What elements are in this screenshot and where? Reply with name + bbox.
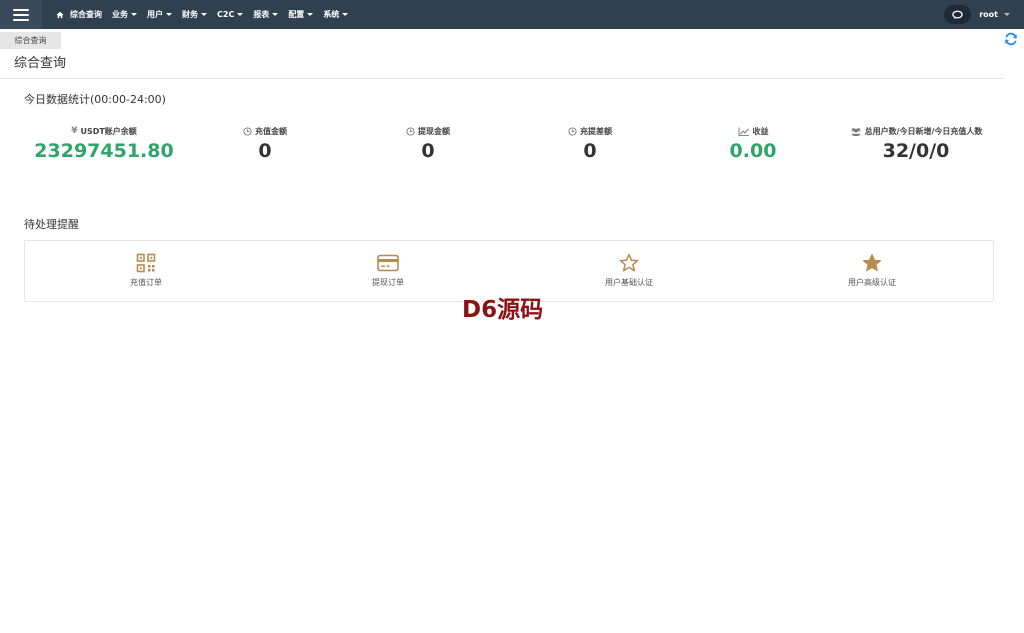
stat-label: USDT账户余额: [80, 127, 137, 136]
nav-item-business[interactable]: 业务: [112, 9, 137, 20]
stat-label: 充提差额: [580, 127, 612, 136]
stat-value: 23297451.80: [34, 140, 174, 162]
stat-label: 收益: [752, 127, 769, 136]
today-stats-title: 今日数据统计(00:00-24:00): [24, 93, 166, 106]
stat-user-counts: 总用户数/今日新增/今日充值人数 32/0/0: [836, 126, 996, 162]
caret-down-icon: [342, 13, 349, 16]
topbar-right: root: [944, 5, 1010, 24]
qrcode-icon: [136, 253, 156, 273]
pending-title: 待处理提醒: [24, 218, 79, 231]
stat-recharge-amount: 充值金额 0: [185, 126, 345, 162]
tab-strip: 综合查询: [0, 29, 1024, 49]
stat-income: 收益 0.00: [673, 126, 833, 162]
pending-recharge-orders[interactable]: 充值订单: [86, 253, 206, 288]
nav-item-label: 报表: [253, 10, 270, 19]
nav-item-label: 财务: [182, 10, 198, 19]
stat-usdt-balance: ¥ USDT账户余额 23297451.80: [24, 126, 184, 163]
nav-item-overview[interactable]: 综合查询: [56, 9, 102, 20]
star-outline-icon: [619, 253, 639, 272]
stat-label: 提现金额: [418, 127, 450, 136]
divider: [0, 78, 1004, 79]
hamburger-icon: [13, 8, 29, 21]
credit-card-icon: [377, 254, 399, 272]
star-filled-icon: [862, 254, 882, 272]
nav-item-label: 用户: [147, 10, 163, 19]
pending-item-label: 用户高级认证: [848, 278, 896, 287]
caret-down-icon: [1004, 13, 1010, 16]
page-title: 综合查询: [14, 56, 67, 71]
stat-value: 0: [583, 140, 597, 162]
stat-value: 0: [258, 140, 272, 162]
pending-basic-verification[interactable]: 用户基础认证: [569, 253, 689, 288]
clock-icon: [406, 127, 415, 136]
nav-item-label: 配置: [288, 10, 305, 19]
nav-item-c2c[interactable]: C2C: [217, 10, 244, 19]
nav-item-reports[interactable]: 报表: [253, 9, 279, 20]
nav-item-users[interactable]: 用户: [147, 9, 172, 20]
nav-item-finance[interactable]: 财务: [182, 9, 207, 20]
caret-down-icon: [131, 13, 137, 16]
home-icon: [56, 11, 64, 18]
caret-down-icon: [237, 13, 244, 16]
chat-bubble-icon: [952, 10, 963, 19]
pending-withdraw-orders[interactable]: 提现订单: [328, 253, 448, 288]
caret-down-icon: [166, 13, 172, 16]
chat-button[interactable]: [944, 5, 972, 24]
user-menu[interactable]: root: [979, 10, 1010, 19]
tab-overview[interactable]: 综合查询: [0, 32, 61, 49]
caret-down-icon: [272, 13, 279, 16]
stat-value: 32/0/0: [882, 140, 950, 162]
stat-withdraw-amount: 提现金额 0: [348, 126, 508, 162]
nav-item-config[interactable]: 配置: [288, 9, 314, 20]
caret-down-icon: [307, 13, 314, 16]
stat-net-difference: 充提差额 0: [510, 126, 670, 162]
clock-icon: [243, 127, 252, 136]
stat-value: 0: [421, 140, 435, 162]
top-navbar: 综合查询 业务 用户 财务 C2C 报表 配置 系统 root: [0, 0, 1024, 29]
pending-item-label: 提现订单: [372, 278, 404, 287]
pending-advanced-verification[interactable]: 用户高级认证: [812, 253, 932, 288]
main-nav: 综合查询 业务 用户 财务 C2C 报表 配置 系统: [56, 0, 358, 29]
caret-down-icon: [201, 13, 207, 16]
stat-value: 0.00: [729, 140, 777, 162]
watermark: D6源码: [462, 297, 544, 323]
users-icon: [850, 128, 861, 136]
nav-item-system[interactable]: 系统: [323, 9, 349, 20]
nav-item-label: 综合查询: [70, 10, 102, 19]
pending-item-label: 充值订单: [130, 278, 162, 287]
stat-label: 充值金额: [255, 127, 287, 136]
refresh-icon[interactable]: [1004, 32, 1018, 46]
stat-label: 总用户数/今日新增/今日充值人数: [864, 127, 983, 136]
menu-toggle-button[interactable]: [0, 0, 42, 29]
chart-line-icon: [738, 127, 749, 136]
nav-item-label: 系统: [323, 10, 340, 19]
pending-item-label: 用户基础认证: [605, 278, 653, 287]
nav-item-label: C2C: [217, 10, 235, 19]
nav-item-label: 业务: [112, 10, 128, 19]
today-stats: ¥ USDT账户余额 23297451.80 充值金额 0 提现金额 0 充提差…: [24, 126, 1000, 186]
username: root: [979, 10, 998, 19]
yen-icon: ¥: [71, 126, 78, 136]
clock-icon: [568, 127, 577, 136]
